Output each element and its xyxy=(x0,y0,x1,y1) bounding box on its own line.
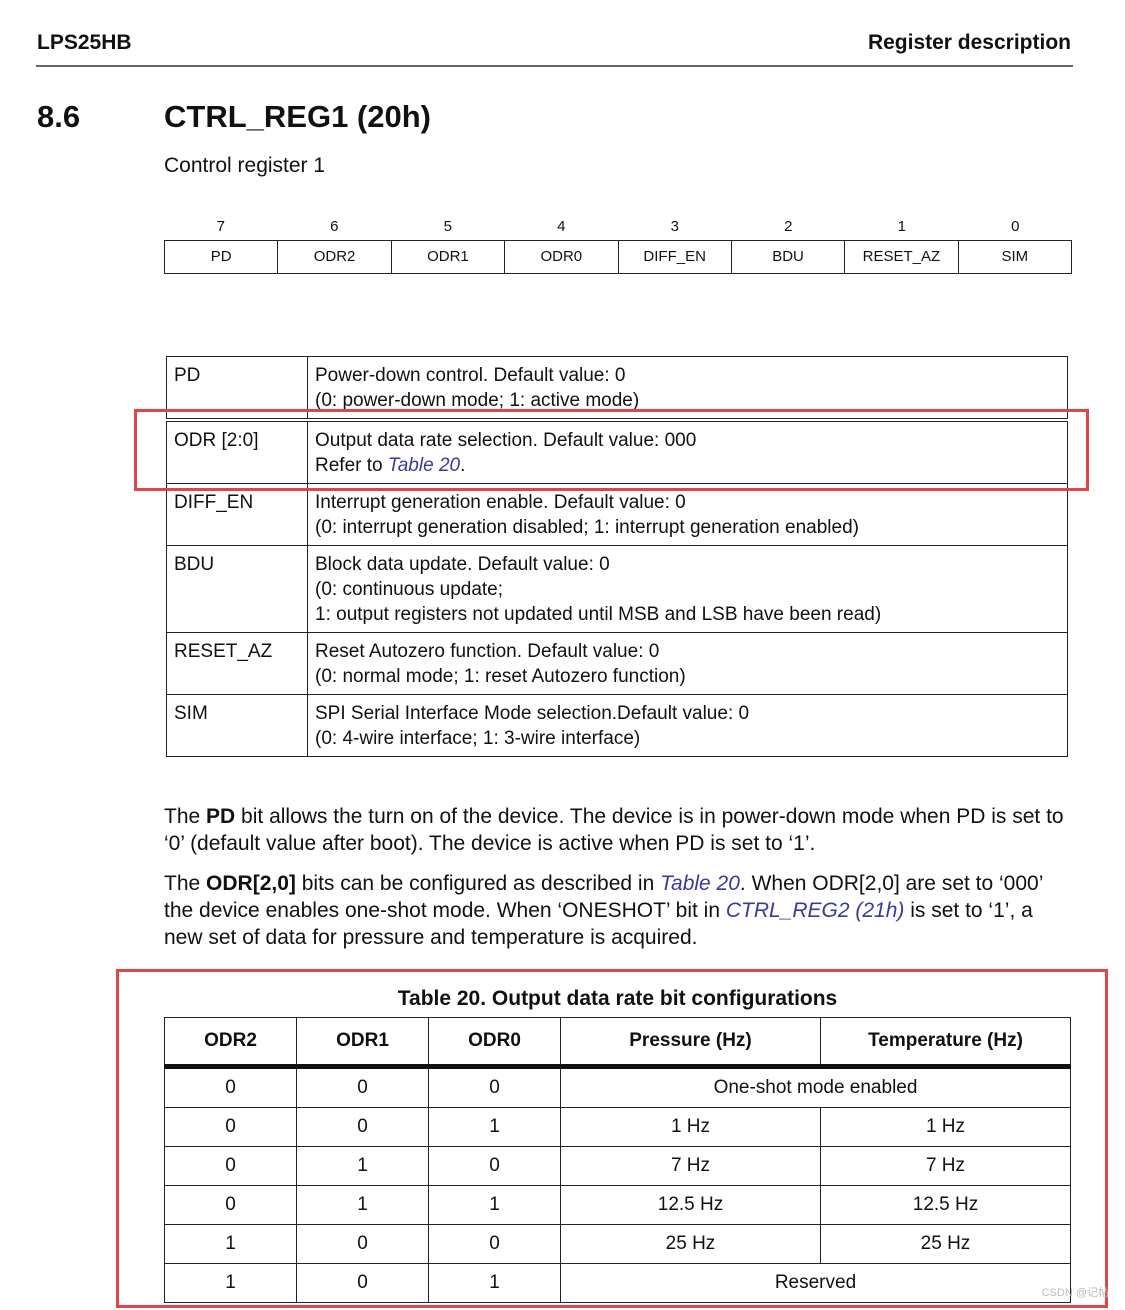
bit-number: 2 xyxy=(784,218,793,235)
description-line: SPI Serial Interface Mode selection.Defa… xyxy=(315,703,750,724)
paragraph-text: The xyxy=(164,805,207,828)
field-name: DIFF_EN xyxy=(166,483,308,546)
document-name: LPS25HB xyxy=(37,31,132,54)
highlight-box-odr xyxy=(134,409,1089,491)
watermark: CSDN @记帖 xyxy=(1041,1287,1109,1299)
bit-cell: BDU xyxy=(730,241,844,273)
description-line: (0: continuous update; xyxy=(315,579,504,600)
field-description: Interrupt generation enable. Default val… xyxy=(307,483,1068,546)
bit-cell: PD xyxy=(210,248,232,265)
field-description: Block data update. Default value: 0 (0: … xyxy=(307,545,1068,633)
bit-cell: RESET_AZ xyxy=(844,241,957,273)
description-line: 1: output registers not updated until MS… xyxy=(315,604,882,625)
paragraph-pd: The PD bit allows the turn on of the dev… xyxy=(164,803,1074,857)
description-line: Interrupt generation enable. Default val… xyxy=(315,492,686,513)
bit-cell: DIFF_EN xyxy=(617,241,731,273)
bit-number: 3 xyxy=(670,218,679,235)
field-name: RESET_AZ xyxy=(166,632,308,695)
paragraph-odr: The ODR[2,0] bits can be configured as d… xyxy=(164,870,1074,951)
bit-cell: ODR1 xyxy=(390,241,504,273)
paragraph-text: bits can be configured as described in xyxy=(295,872,661,895)
ctrl-reg2-link[interactable]: CTRL_REG2 (21h) xyxy=(726,899,905,922)
description-line: (0: normal mode; 1: reset Autozero funct… xyxy=(315,666,686,687)
paragraph-text: bit allows the turn on of the device. Th… xyxy=(164,805,1064,855)
bit-numbers: 7 6 5 4 3 2 1 0 xyxy=(164,214,1072,240)
field-description: SPI Serial Interface Mode selection.Defa… xyxy=(307,694,1068,757)
field-row-reset-az: RESET_AZ Reset Autozero function. Defaul… xyxy=(166,632,1068,695)
bit-cell: ODR0 xyxy=(504,241,617,273)
field-name: BDU xyxy=(166,545,308,633)
section-header: Register description xyxy=(867,31,1071,54)
paragraph-text: The xyxy=(164,872,207,895)
description-line: (0: 4-wire interface; 1: 3-wire interfac… xyxy=(315,728,641,749)
bit-number: 6 xyxy=(330,218,339,235)
section-number: 8.6 xyxy=(37,99,81,134)
paragraph-bold: ODR[2,0] xyxy=(206,872,296,895)
table20-link[interactable]: Table 20 xyxy=(660,872,740,895)
description-line: Reset Autozero function. Default value: … xyxy=(315,641,660,662)
field-row-sim: SIM SPI Serial Interface Mode selection.… xyxy=(166,694,1068,757)
section-subtitle: Control register 1 xyxy=(164,154,326,177)
paragraph-bold: PD xyxy=(206,805,236,828)
bit-cell: SIM xyxy=(957,241,1071,273)
bit-cells: PD ODR2 ODR1 ODR0 DIFF_EN BDU RESET_AZ S… xyxy=(164,240,1072,274)
field-description: Reset Autozero function. Default value: … xyxy=(307,632,1068,695)
section-title: CTRL_REG1 (20h) xyxy=(164,99,431,134)
bit-number: 1 xyxy=(897,218,906,235)
description-line: Power-down control. Default value: 0 xyxy=(315,365,626,386)
bit-number: 5 xyxy=(443,218,452,235)
header-divider xyxy=(36,65,1073,67)
bit-number: 7 xyxy=(216,218,225,235)
field-row-diff-en: DIFF_EN Interrupt generation enable. Def… xyxy=(166,483,1068,546)
bit-number: 4 xyxy=(557,218,566,235)
field-name: SIM xyxy=(166,694,308,757)
field-row-bdu: BDU Block data update. Default value: 0 … xyxy=(166,545,1068,633)
register-bitmap: 7 6 5 4 3 2 1 0 PD ODR2 ODR1 ODR0 DIFF_E… xyxy=(164,214,1072,274)
description-line: (0: interrupt generation disabled; 1: in… xyxy=(315,517,859,538)
description-line: Block data update. Default value: 0 xyxy=(315,554,610,575)
bit-number: 0 xyxy=(1011,218,1020,235)
highlight-box-table20 xyxy=(116,969,1108,1308)
bit-cell: ODR2 xyxy=(277,241,390,273)
